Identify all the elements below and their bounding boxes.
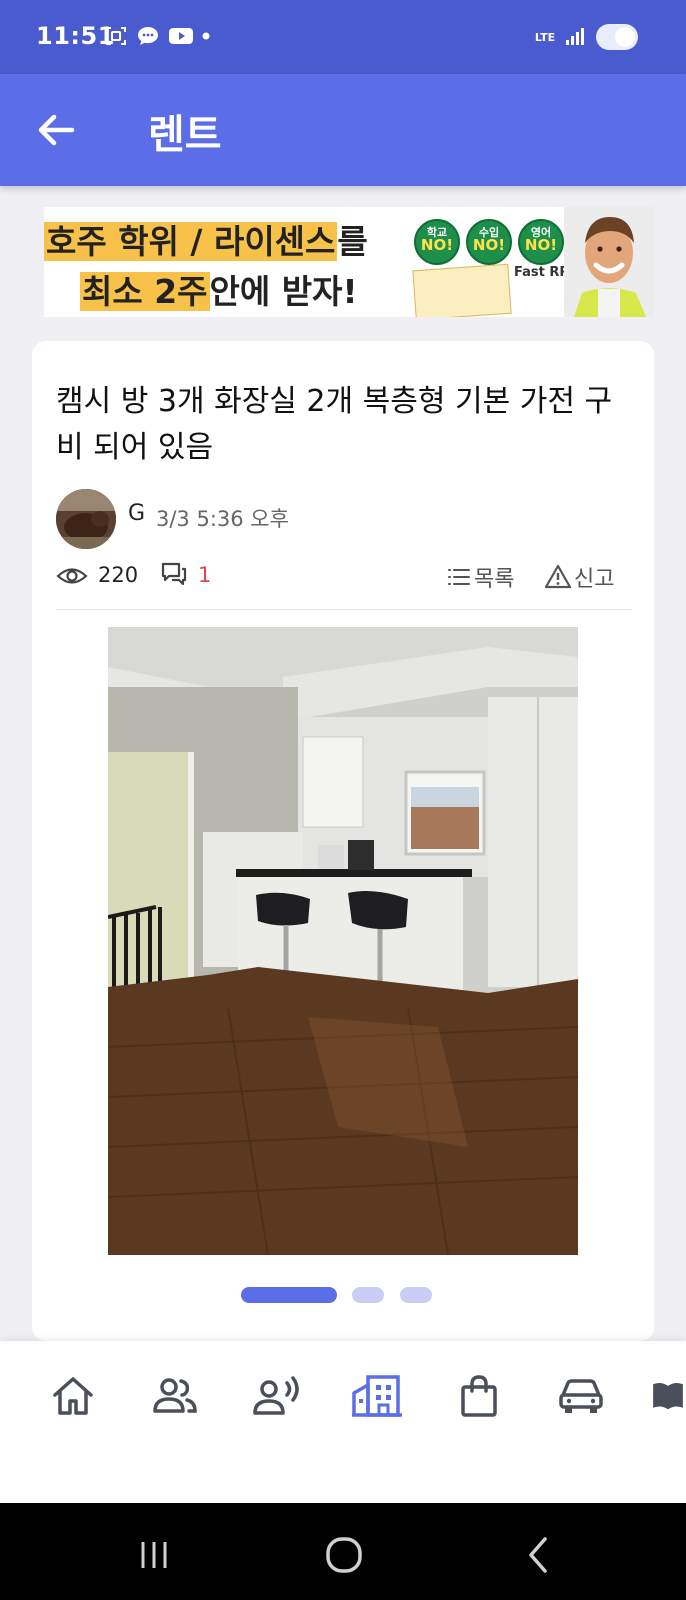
pager-dot[interactable]: [400, 1287, 432, 1303]
eye-icon: [56, 568, 88, 584]
post-title: 캠시 방 3개 화장실 2개 복층형 기본 가전 구비 되어 있음: [56, 384, 613, 465]
screenshot-icon: [104, 24, 128, 48]
status-bar: 11:51 LTE: [0, 0, 686, 74]
nav-shop[interactable]: [452, 1369, 506, 1423]
post-photo[interactable]: [108, 627, 578, 1255]
nav-car[interactable]: [554, 1369, 608, 1423]
ad-headline-1: 호주 학위 / 라이센스를: [44, 222, 368, 261]
page-title: 렌트: [148, 112, 222, 158]
report-label: 신고: [574, 567, 615, 592]
ad-person-image: [564, 207, 654, 317]
ad-banner[interactable]: 호주 학위 / 라이센스를 최소 2주안에 받자! 학교 NO! 수입 NO! 영어…: [44, 207, 654, 317]
app-bar: 렌트: [0, 74, 686, 186]
comment-count: 1: [198, 563, 212, 587]
recents-button[interactable]: [132, 1533, 176, 1577]
system-nav: [0, 1503, 686, 1600]
post-card: 캠시 방 3개 화장실 2개 복층형 기본 가전 구비 되어 있음 G 3/3 …: [32, 341, 654, 1341]
back-button[interactable]: [30, 104, 82, 156]
screen: 11:51 LTE 렌트 호주 학위 / 라이센스를 최소 2주안에 받자! 학…: [0, 0, 686, 1600]
image-pager: [32, 1287, 654, 1305]
nav-rent[interactable]: [350, 1369, 404, 1423]
shopping-bag-icon: [461, 1375, 497, 1417]
youtube-icon: [168, 24, 193, 48]
ad-badge: 수입 NO!: [466, 219, 512, 265]
home-button[interactable]: [322, 1533, 366, 1577]
view-count: 220: [98, 563, 139, 587]
home-icon: [53, 1377, 93, 1415]
recents-icon: [141, 1542, 167, 1568]
people-icon: [153, 1378, 197, 1413]
pager-dot-active[interactable]: [241, 1287, 337, 1303]
ad-badge: 학교 NO!: [414, 219, 460, 265]
signal-icon: [564, 25, 588, 49]
home-circle-icon: [326, 1537, 362, 1573]
dot-icon: [200, 24, 212, 48]
report-button[interactable]: 신고: [544, 561, 614, 593]
nav-community[interactable]: [148, 1369, 202, 1423]
status-icons-left: [104, 24, 212, 48]
car-icon: [559, 1379, 603, 1413]
bottom-nav: [0, 1341, 686, 1503]
list-button[interactable]: 목록: [446, 561, 514, 593]
list-icon: [448, 569, 470, 585]
ad-certificate-card: [412, 263, 512, 317]
book-icon: [653, 1383, 683, 1410]
ad-badge: 영어 NO!: [518, 219, 564, 265]
divider: [56, 609, 632, 610]
post-date: 3/3 5:36 오후: [156, 507, 289, 531]
post-meta: 220 1 목록 신고: [56, 559, 632, 599]
nav-broadcast[interactable]: [250, 1369, 304, 1423]
ad-headline-2: 최소 2주안에 받자!: [80, 272, 358, 311]
lte-icon: LTE: [534, 30, 556, 44]
list-label: 목록: [474, 567, 515, 592]
nav-home[interactable]: [46, 1369, 100, 1423]
arrow-left-icon: [38, 114, 75, 146]
chat-icon: [136, 24, 160, 48]
buildings-icon: [352, 1375, 402, 1417]
author-name[interactable]: G: [128, 501, 145, 526]
avatar[interactable]: [56, 489, 116, 549]
back-system-button[interactable]: [516, 1533, 560, 1577]
toggle-icon: [596, 24, 638, 50]
broadcast-person-icon: [253, 1376, 299, 1415]
status-icons-right: LTE: [534, 24, 638, 50]
pager-dot[interactable]: [352, 1287, 384, 1303]
comment-icon: [161, 562, 187, 586]
chevron-left-icon: [529, 1537, 547, 1573]
nav-book[interactable]: [650, 1369, 686, 1423]
warning-icon: [544, 564, 572, 589]
